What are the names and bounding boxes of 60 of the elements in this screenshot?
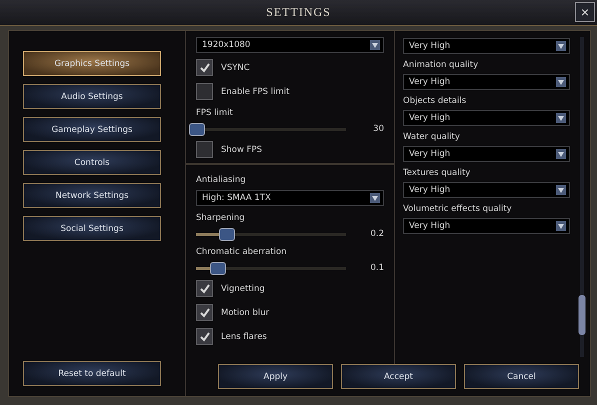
slider-value: 30 bbox=[372, 124, 384, 134]
check-icon bbox=[198, 330, 210, 342]
dropdown-arrow-icon bbox=[556, 149, 566, 159]
checkbox-label: Motion blur bbox=[221, 308, 270, 318]
checkbox[interactable] bbox=[196, 328, 213, 345]
setting-label: FPS limit bbox=[196, 108, 234, 118]
dropdown[interactable]: High: SMAA 1TX bbox=[196, 190, 384, 206]
sidebar-tab[interactable]: Social Settings bbox=[23, 216, 161, 241]
setting-label: Objects details bbox=[403, 96, 468, 106]
dialog-button[interactable]: Cancel bbox=[464, 364, 579, 389]
setting-label: Textures quality bbox=[403, 168, 472, 178]
setting-label: Animation quality bbox=[403, 60, 480, 70]
close-button[interactable]: × bbox=[575, 2, 595, 22]
check-icon bbox=[198, 62, 210, 74]
dropdown[interactable]: Very High bbox=[403, 182, 570, 198]
setting-label: Water quality bbox=[403, 132, 461, 142]
scrollbar[interactable] bbox=[578, 37, 586, 357]
checkbox-label: VSYNC bbox=[221, 62, 250, 72]
sidebar-tab[interactable]: Graphics Settings bbox=[23, 51, 161, 76]
setting-label: Antialiasing bbox=[196, 175, 247, 185]
checkbox[interactable] bbox=[196, 83, 213, 100]
slider-thumb[interactable] bbox=[219, 228, 235, 240]
dropdown-arrow-icon bbox=[556, 113, 566, 123]
sidebar-tab[interactable]: Network Settings bbox=[23, 183, 161, 208]
sidebar-tab[interactable]: Audio Settings bbox=[23, 84, 161, 109]
slider-thumb[interactable] bbox=[189, 122, 205, 136]
setting-label: Sharpening bbox=[196, 213, 246, 223]
checkbox[interactable] bbox=[196, 304, 213, 321]
dialog-button[interactable]: Accept bbox=[341, 364, 456, 389]
dropdown[interactable]: Very High bbox=[403, 146, 570, 162]
dropdown-arrow-icon bbox=[556, 221, 566, 231]
checkbox[interactable] bbox=[196, 280, 213, 297]
dropdown-arrow-icon bbox=[556, 41, 566, 51]
checkbox[interactable] bbox=[196, 59, 213, 76]
checkbox-label: Lens flares bbox=[221, 332, 267, 342]
slider-thumb[interactable] bbox=[210, 262, 226, 274]
checkbox[interactable] bbox=[196, 141, 213, 158]
checkbox-label: Enable FPS limit bbox=[221, 86, 290, 96]
setting-label: Chromatic aberration bbox=[196, 247, 288, 257]
dropdown-arrow-icon bbox=[370, 193, 380, 203]
dropdown-arrow-icon bbox=[556, 77, 566, 87]
dropdown[interactable]: Very High bbox=[403, 218, 570, 234]
dropdown[interactable]: 1920x1080 bbox=[196, 37, 384, 53]
window-title: SETTINGS bbox=[266, 5, 331, 20]
dropdown[interactable]: Very High bbox=[403, 110, 570, 126]
slider-value: 0.1 bbox=[369, 263, 384, 273]
checkbox-label: Show FPS bbox=[221, 144, 262, 154]
setting-label: Volumetric effects quality bbox=[403, 204, 513, 214]
dropdown-arrow-icon bbox=[370, 40, 380, 50]
checkbox-label: Vignetting bbox=[221, 284, 265, 294]
check-icon bbox=[198, 282, 210, 294]
check-icon bbox=[198, 306, 210, 318]
dropdown[interactable]: Very High bbox=[403, 74, 570, 90]
dialog-button[interactable]: Apply bbox=[218, 364, 333, 389]
slider-value: 0.2 bbox=[369, 229, 384, 239]
sidebar-tab[interactable]: Controls bbox=[23, 150, 161, 175]
dropdown-arrow-icon bbox=[556, 185, 566, 195]
reset-button[interactable]: Reset to default bbox=[23, 361, 161, 386]
dropdown[interactable]: Very High bbox=[403, 38, 570, 54]
sidebar-tab[interactable]: Gameplay Settings bbox=[23, 117, 161, 142]
